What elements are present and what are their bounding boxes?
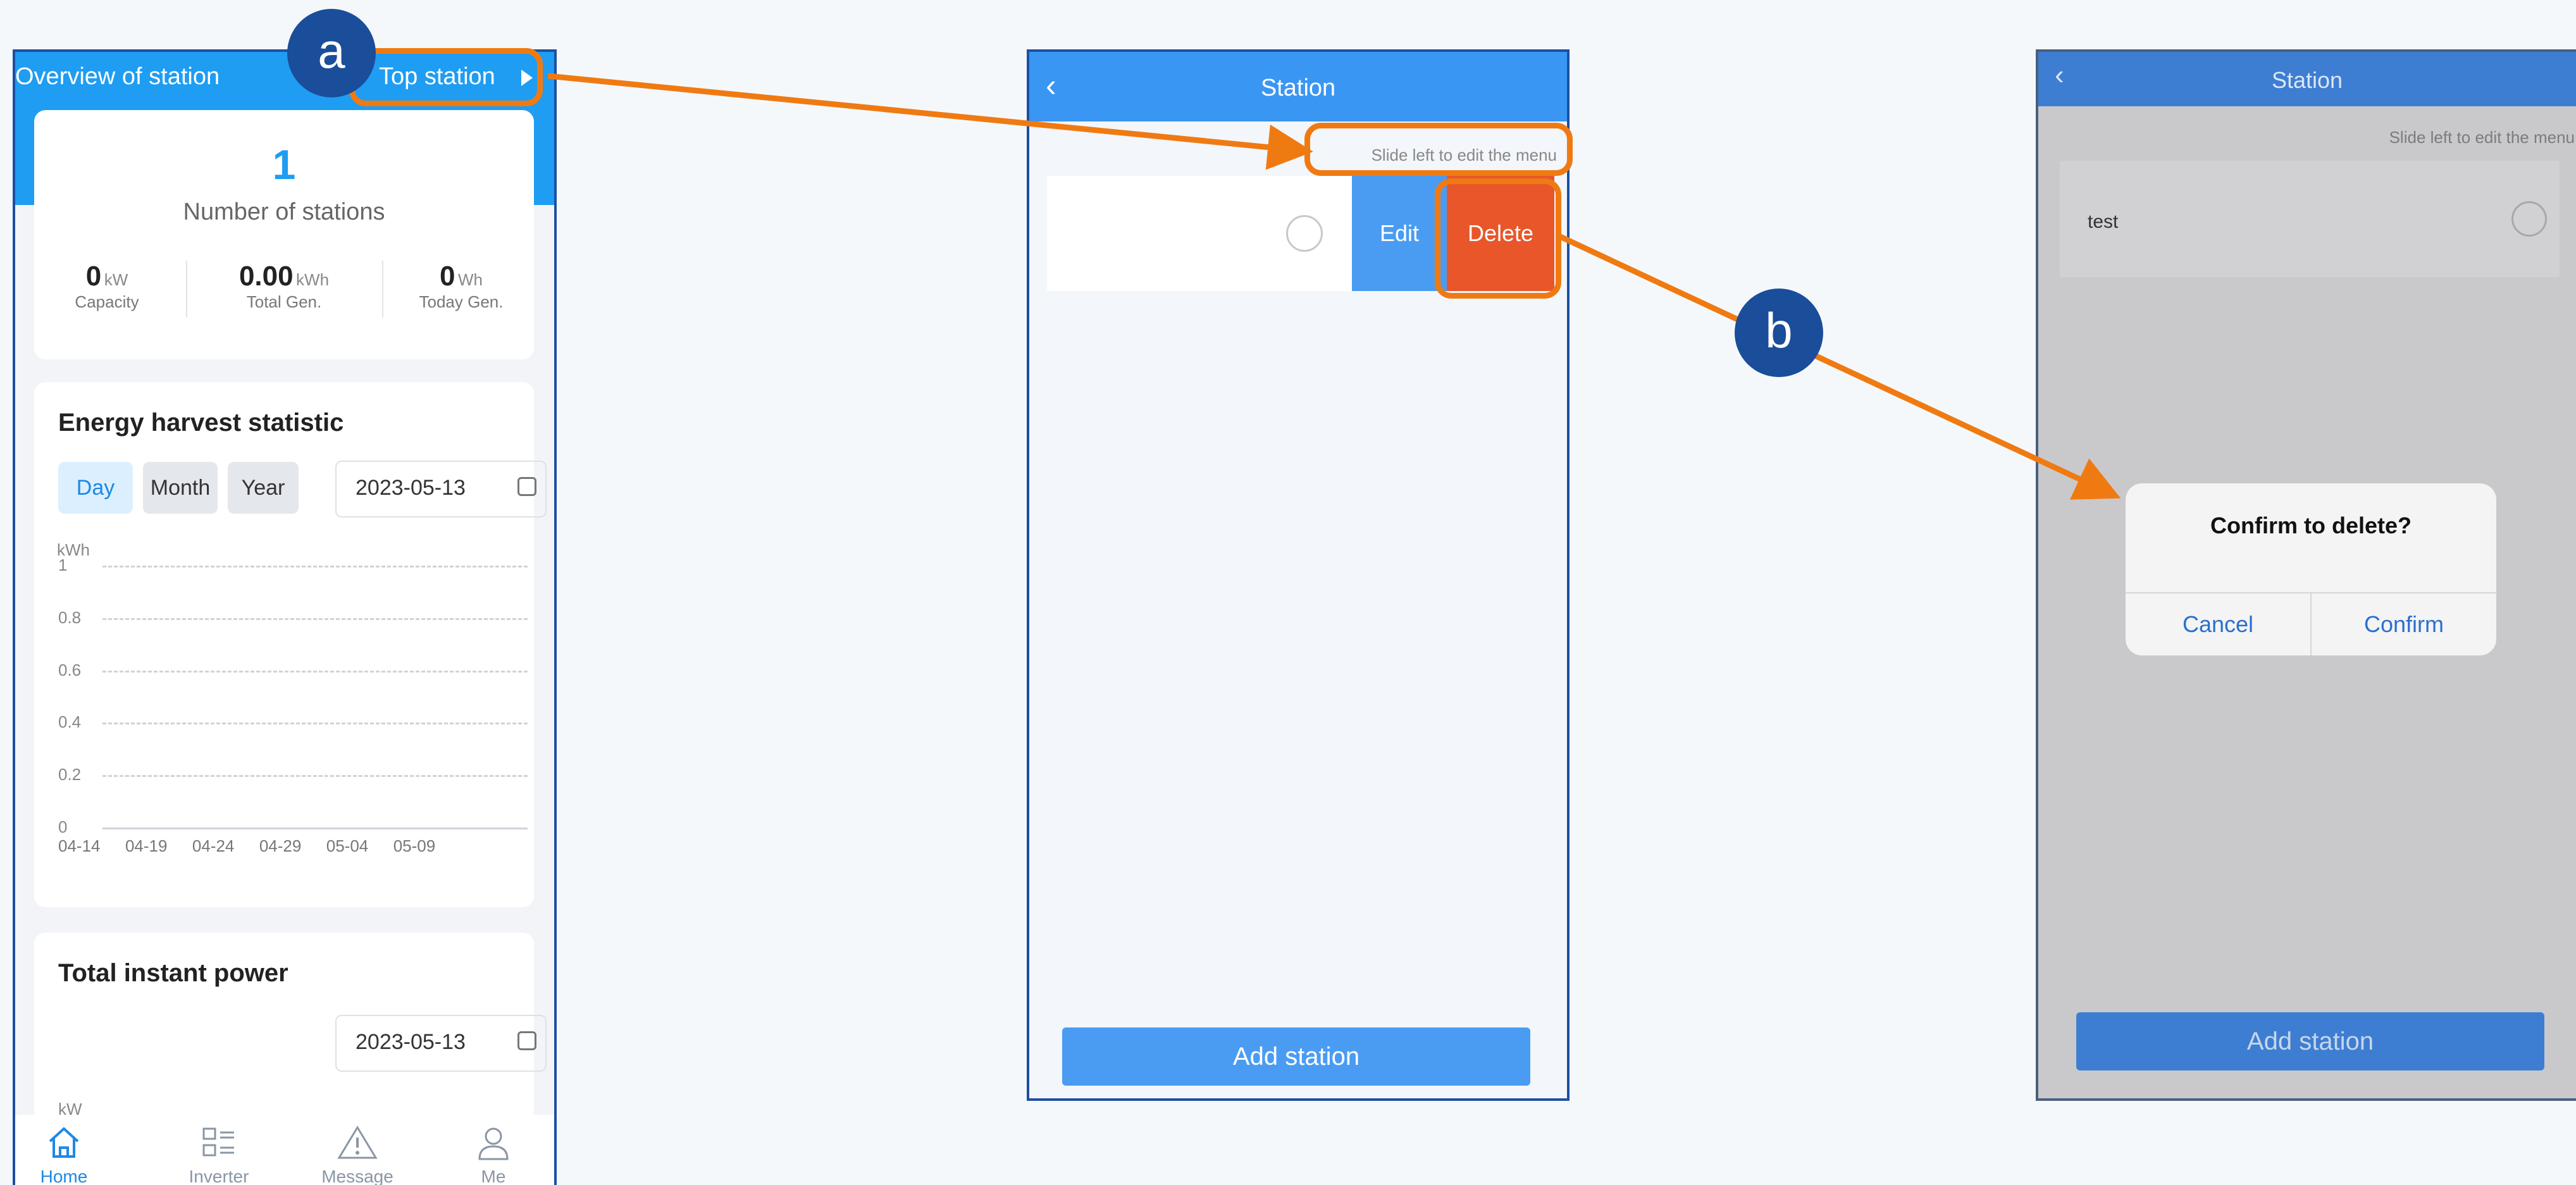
- delete-highlight: [1435, 178, 1561, 299]
- arrow-a: [547, 73, 1313, 170]
- arrow-b: [1556, 232, 2121, 500]
- top-station-highlight: [349, 48, 543, 106]
- marker-b: b: [1735, 288, 1823, 377]
- annotation-arrows: [547, 73, 2121, 500]
- slide-hint-highlight: [1304, 123, 1573, 176]
- marker-a: a: [287, 9, 376, 97]
